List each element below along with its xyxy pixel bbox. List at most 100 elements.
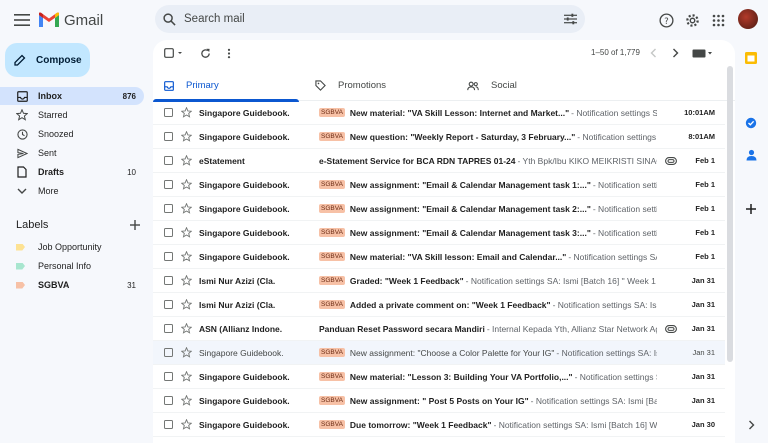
- label-badge[interactable]: SGBVA: [319, 132, 345, 141]
- email-row[interactable]: eStatement e-Statement Service for BCA RD…: [153, 149, 725, 173]
- email-snippet: - Notification settings SA: Ismi [Batch …: [493, 419, 658, 430]
- email-select-checkbox[interactable]: [164, 228, 173, 237]
- refresh-button[interactable]: [198, 46, 212, 60]
- main-menu-button[interactable]: [10, 8, 34, 32]
- email-select-checkbox[interactable]: [164, 180, 173, 189]
- email-row[interactable]: Singapore Guidebook. SGBVA New material: "…: [153, 101, 725, 125]
- label-sgbva[interactable]: SGBVA 31: [0, 276, 144, 294]
- email-row[interactable]: Singapore Guidebook. SGBVA New material: "…: [153, 245, 725, 269]
- email-subject: Due tomorrow: "Week 1 Feedback": [349, 419, 492, 430]
- search-input[interactable]: Search mail: [184, 13, 564, 25]
- nav-item-more[interactable]: More: [0, 182, 144, 200]
- label-badge[interactable]: SGBVA: [319, 252, 345, 261]
- tab-promotions[interactable]: Promotions: [304, 70, 450, 101]
- email-row[interactable]: Singapore Guidebook. SGBVA New question: "…: [153, 125, 725, 149]
- email-select-checkbox[interactable]: [164, 300, 173, 309]
- label-badge[interactable]: SGBVA: [319, 348, 345, 357]
- email-snippet: - Notification settings SA: Ismi [Batch …: [465, 275, 657, 286]
- email-row[interactable]: Ismi Nur Azizi (Cla. SGBVA Graded: "Week 1…: [153, 269, 725, 293]
- apps-button[interactable]: [707, 9, 729, 31]
- label-badge[interactable]: SGBVA: [319, 180, 345, 189]
- select-all-checkbox[interactable]: [163, 46, 185, 60]
- email-select-checkbox[interactable]: [164, 372, 173, 381]
- tasks-addon[interactable]: [744, 116, 758, 130]
- email-select-checkbox[interactable]: [164, 132, 173, 141]
- older-button[interactable]: [668, 46, 682, 60]
- nav-item-sent[interactable]: Sent: [0, 144, 144, 162]
- email-select-checkbox[interactable]: [164, 276, 173, 285]
- email-select-checkbox[interactable]: [164, 108, 173, 117]
- email-row[interactable]: Singapore Guidebook. SGBVA New assignment:…: [153, 221, 725, 245]
- get-addons-button[interactable]: [744, 202, 758, 216]
- email-row[interactable]: Singapore Guidebook. SGBVA New assignment:…: [153, 341, 725, 365]
- email-select-checkbox[interactable]: [164, 396, 173, 405]
- label-badge[interactable]: SGBVA: [319, 108, 345, 117]
- email-row[interactable]: Ismi Nur Azizi (Cla. SGBVA Added a private…: [153, 293, 725, 317]
- mail-list-scrollbar[interactable]: [727, 66, 733, 362]
- label-personal-info[interactable]: Personal Info: [0, 257, 144, 275]
- label-badge[interactable]: SGBVA: [319, 276, 345, 285]
- email-select-checkbox[interactable]: [164, 420, 173, 429]
- email-star-toggle[interactable]: [181, 419, 192, 430]
- email-select-checkbox[interactable]: [164, 204, 173, 213]
- email-star-toggle[interactable]: [181, 371, 192, 382]
- search-bar[interactable]: Search mail: [155, 5, 585, 33]
- star-icon: [181, 347, 192, 358]
- email-select-checkbox[interactable]: [164, 252, 173, 261]
- search-icon[interactable]: [163, 12, 176, 26]
- account-avatar[interactable]: [738, 9, 758, 29]
- star-icon: [181, 131, 192, 142]
- email-star-toggle[interactable]: [181, 227, 192, 238]
- label-job-opportunity[interactable]: Job Opportunity: [0, 238, 144, 256]
- label-badge[interactable]: SGBVA: [319, 420, 345, 429]
- email-star-toggle[interactable]: [181, 179, 192, 190]
- search-options-icon[interactable]: [564, 13, 577, 25]
- gmail-logo[interactable]: Gmail: [38, 9, 103, 31]
- compose-button[interactable]: Compose: [5, 43, 90, 77]
- email-star-toggle[interactable]: [181, 203, 192, 214]
- show-side-panel-button[interactable]: [744, 418, 758, 432]
- email-select-checkbox[interactable]: [164, 324, 173, 333]
- email-star-toggle[interactable]: [181, 299, 192, 310]
- email-star-toggle[interactable]: [181, 131, 192, 142]
- email-snippet: - Notification settings SA: Ismi [Batch …: [571, 107, 657, 118]
- label-badge[interactable]: SGBVA: [319, 204, 345, 213]
- email-subject: New material: "VA Skill lesson: Email an…: [349, 251, 567, 262]
- email-star-toggle[interactable]: [181, 395, 192, 406]
- nav-item-inbox[interactable]: Inbox 876: [0, 87, 144, 105]
- contacts-addon[interactable]: [744, 148, 758, 162]
- email-star-toggle[interactable]: [181, 275, 192, 286]
- attachment-chip[interactable]: [665, 324, 677, 334]
- tab-social[interactable]: Social: [456, 70, 602, 101]
- email-star-toggle[interactable]: [181, 251, 192, 262]
- email-star-toggle[interactable]: [181, 155, 192, 166]
- email-star-toggle[interactable]: [181, 107, 192, 118]
- plus-icon[interactable]: [130, 220, 140, 230]
- label-badge[interactable]: SGBVA: [319, 300, 345, 309]
- email-select-checkbox[interactable]: [164, 348, 173, 357]
- email-star-toggle[interactable]: [181, 323, 192, 334]
- newer-button[interactable]: [646, 46, 660, 60]
- email-row[interactable]: Singapore Guidebook. SGBVA New material: "…: [153, 365, 725, 389]
- calendar-addon[interactable]: [744, 51, 758, 65]
- nav-item-starred[interactable]: Starred: [0, 106, 144, 124]
- support-button[interactable]: ?: [655, 9, 677, 31]
- tab-primary[interactable]: Primary: [153, 70, 299, 102]
- email-select-checkbox[interactable]: [164, 156, 173, 165]
- email-row[interactable]: ASN (Allianz Indone. Panduan Reset Passwo…: [153, 317, 725, 341]
- email-star-toggle[interactable]: [181, 347, 192, 358]
- email-row[interactable]: Singapore Guidebook. SGBVA New assignment:…: [153, 197, 725, 221]
- email-row[interactable]: Singapore Guidebook. SGBVA New assignment:…: [153, 173, 725, 197]
- attachment-chip[interactable]: [665, 156, 677, 166]
- label-badge[interactable]: SGBVA: [319, 372, 345, 381]
- email-row[interactable]: Singapore Guidebook. SGBVA New assignment:…: [153, 389, 725, 413]
- email-row[interactable]: Singapore Guidebook. SGBVA Due tomorrow: "…: [153, 413, 725, 437]
- more-actions-button[interactable]: [222, 46, 236, 60]
- nav-item-snoozed[interactable]: Snoozed: [0, 125, 144, 143]
- settings-button[interactable]: [681, 9, 703, 31]
- label-badge[interactable]: SGBVA: [319, 228, 345, 237]
- input-tools-button[interactable]: [691, 46, 715, 60]
- tab-label: Primary: [186, 80, 219, 91]
- label-badge[interactable]: SGBVA: [319, 396, 345, 405]
- nav-item-drafts[interactable]: Drafts 10: [0, 163, 144, 181]
